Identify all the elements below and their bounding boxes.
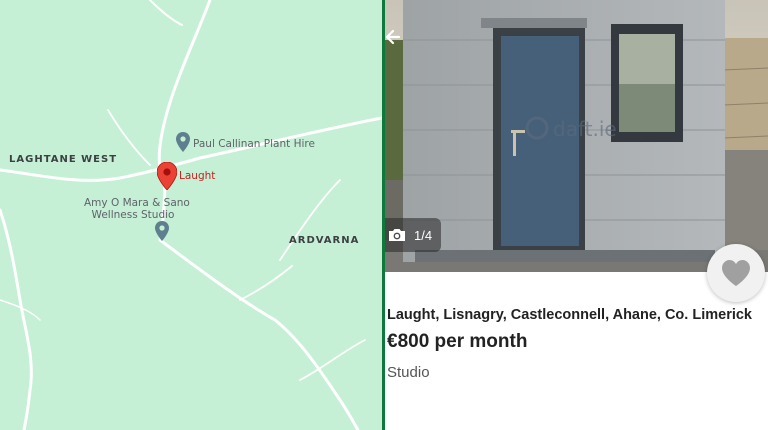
listing-panel: daft.ie 1/4 Laught, Lisnagry, Castleconn… bbox=[385, 0, 768, 430]
photo-count: 1/4 bbox=[414, 227, 433, 243]
listing-photo-image: daft.ie bbox=[385, 0, 768, 272]
poi-label-line: Wellness Studio bbox=[91, 209, 175, 221]
area-label-laghtane-west: LAGHTANE WEST bbox=[9, 154, 118, 165]
listing-photo[interactable]: daft.ie 1/4 bbox=[385, 0, 768, 272]
heart-icon bbox=[722, 260, 750, 286]
selected-pin-label[interactable]: Laught bbox=[179, 170, 215, 182]
listing-property-type: Studio bbox=[387, 364, 430, 381]
area-label-ardvarna: ARDVARNA bbox=[289, 235, 360, 246]
photo-counter: 1/4 bbox=[385, 218, 441, 252]
svg-text:daft.ie: daft.ie bbox=[553, 117, 617, 141]
listing-price: €800 per month bbox=[387, 331, 528, 352]
camera-icon bbox=[389, 229, 405, 241]
favourite-button[interactable] bbox=[707, 244, 765, 302]
selected-location-pin-icon[interactable] bbox=[157, 162, 177, 190]
listing-address[interactable]: Laught, Lisnagry, Castleconnell, Ahane, … bbox=[387, 307, 752, 323]
map-view[interactable]: LAGHTANE WEST ARDVARNA Paul Callinan Pla… bbox=[0, 0, 382, 430]
poi-pin-icon[interactable] bbox=[176, 132, 190, 152]
poi-label-plant-hire[interactable]: Paul Callinan Plant Hire bbox=[193, 138, 315, 150]
poi-label-wellness-studio[interactable]: Amy O Mara & Sano Wellness Studio bbox=[84, 197, 190, 221]
poi-pin-icon[interactable] bbox=[155, 221, 169, 241]
map-roads bbox=[0, 0, 382, 430]
back-arrow-icon[interactable] bbox=[385, 26, 403, 48]
poi-label-line: Amy O Mara & Sano bbox=[84, 197, 190, 209]
